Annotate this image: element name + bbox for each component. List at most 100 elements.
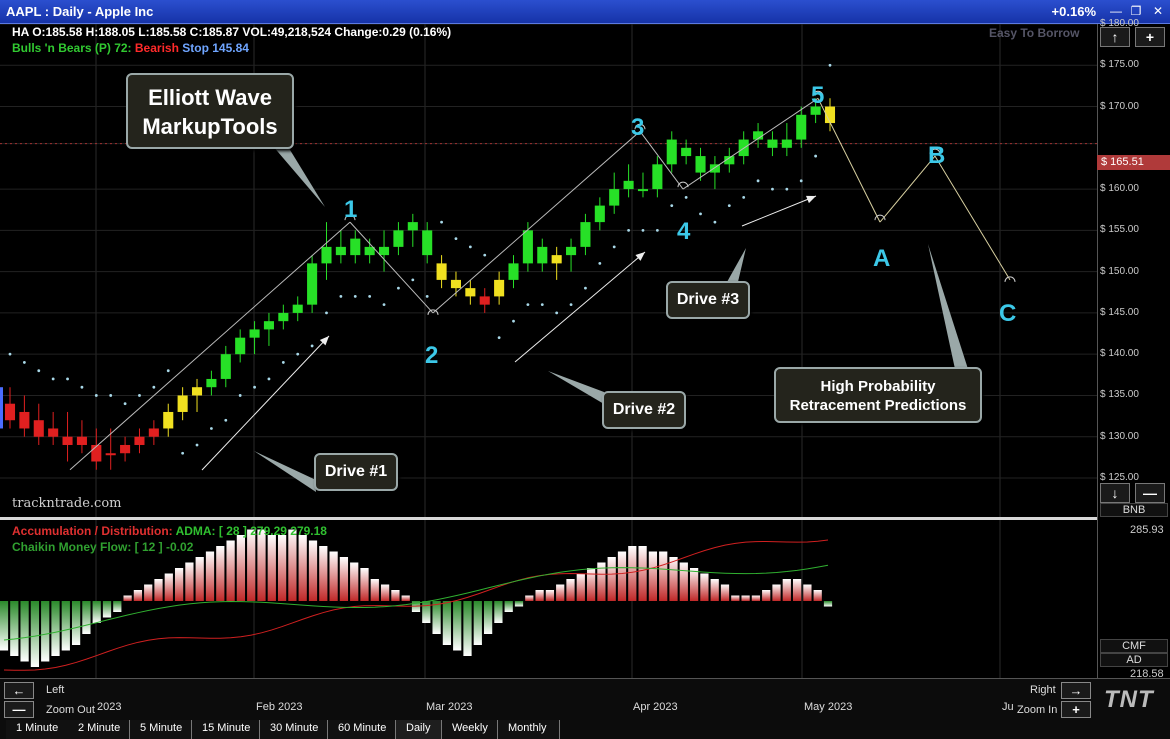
candle-body [609, 189, 620, 206]
left-label: Left [46, 684, 65, 696]
candle-body [335, 246, 346, 256]
candle-body [379, 246, 390, 256]
ad-histogram-bar [628, 546, 637, 601]
candle-body [666, 139, 677, 165]
tab-60-minute[interactable]: 60 Minute [328, 720, 396, 739]
scroll-right-button[interactable]: → [1061, 682, 1091, 699]
ad-histogram-bar [576, 573, 585, 601]
tab-monthly[interactable]: Monthly [498, 720, 560, 739]
candle-body [652, 164, 663, 190]
wave-line [69, 221, 351, 471]
bnb-label[interactable]: BNB [1100, 503, 1168, 517]
stop-dot [210, 427, 213, 430]
ad-histogram-bar [350, 562, 359, 601]
drive-arrowhead [635, 252, 645, 261]
stop-dot [727, 204, 731, 208]
tab-30-minute[interactable]: 30 Minute [260, 720, 328, 739]
wave-label-b: B [928, 142, 946, 169]
ad-histogram-bar [700, 573, 709, 601]
window-title: AAPL : Daily - Apple Inc [6, 4, 154, 19]
scroll-left-button[interactable]: ← [4, 682, 34, 699]
candle-body [566, 246, 577, 256]
candle-body [422, 230, 433, 256]
ad-histogram-bar [720, 584, 730, 601]
scroll-down-button[interactable]: ↓ [1100, 483, 1130, 503]
ad-histogram-bar [504, 601, 513, 612]
candle-body [62, 436, 73, 445]
price-axis-label: $ 145.00 [1100, 306, 1139, 318]
tab-1-minute[interactable]: 1 Minute [6, 720, 70, 739]
wave-label-4: 4 [677, 218, 691, 245]
ad-histogram-bar [277, 535, 287, 601]
stop-dot [425, 295, 429, 298]
ad-histogram-bar [638, 546, 647, 601]
zoom-plus-button[interactable]: + [1135, 27, 1165, 47]
tab-15-minute[interactable]: 15 Minute [192, 720, 260, 739]
candle-body [249, 329, 260, 338]
tab-5-minute[interactable]: 5 Minute [130, 720, 192, 739]
zoom-minus-button[interactable]: — [1135, 483, 1165, 503]
ad-axis-label[interactable]: AD [1100, 653, 1168, 667]
ad-histogram-bar [154, 579, 163, 601]
candle-body [465, 288, 476, 297]
bulls-bears-readout: Bulls 'n Bears (P) 72: Bearish Stop 145.… [12, 41, 249, 55]
ad-histogram-bar [41, 601, 50, 662]
timeframe-tabs: 1 Minute 2 Minute 5 Minute 15 Minute 30 … [0, 720, 1100, 739]
close-icon[interactable]: ✕ [1150, 4, 1166, 19]
minimize-icon[interactable]: — [1108, 4, 1124, 19]
ad-histogram-bar [463, 601, 472, 656]
cmf-axis-label[interactable]: CMF [1100, 639, 1168, 653]
candle-body [33, 420, 44, 437]
predictions-line-2: Retracement Predictions [789, 397, 967, 414]
stop-dot [655, 228, 659, 232]
ad-histogram-bar [226, 540, 235, 601]
drive2-callout: Drive #2 [602, 391, 686, 429]
zoom-out-button[interactable]: — [4, 701, 34, 718]
stop-dot [828, 63, 832, 67]
ad-histogram-bar [607, 557, 616, 601]
stop-label: Stop 145.84 [182, 41, 249, 55]
tab-2-minute[interactable]: 2 Minute [68, 720, 130, 739]
zoom-in-button[interactable]: + [1061, 701, 1091, 718]
ad-histogram-bar [762, 590, 771, 601]
stop-dot [713, 220, 717, 224]
ad-histogram-bar [329, 551, 338, 601]
month-apr: Apr 2023 [633, 701, 678, 713]
tab-weekly[interactable]: Weekly [442, 720, 498, 739]
stop-dot [8, 352, 12, 356]
ad-histogram-bar [51, 601, 60, 656]
ad-histogram-bar [92, 601, 101, 623]
ad-histogram-bar [308, 540, 318, 601]
ad-histogram-bar [247, 529, 256, 601]
ad-histogram-bar [133, 590, 143, 601]
ad-histogram-bar [236, 535, 246, 601]
stop-dot [512, 319, 515, 323]
price-axis-label: $ 150.00 [1100, 265, 1139, 277]
ad-histogram-bar [823, 601, 833, 607]
stop-dot [555, 311, 559, 315]
scroll-up-button[interactable]: ↑ [1100, 27, 1130, 47]
candle-body [220, 354, 231, 379]
wave-label-c: C [999, 300, 1017, 327]
candle-body [393, 230, 404, 247]
stop-dot [440, 220, 443, 224]
zoom-out-label: Zoom Out [46, 704, 95, 716]
tnt-logo: TNT [1104, 686, 1154, 713]
price-axis-label: $ 160.00 [1100, 183, 1139, 195]
right-label: Right [1030, 684, 1056, 696]
candle-body [91, 444, 102, 462]
candle-body [191, 387, 203, 396]
elliott-wave-callout: Elliott Wave MarkupTools [126, 73, 294, 149]
candle-body [594, 205, 605, 223]
candle-body [19, 411, 30, 429]
candle-body [479, 296, 490, 305]
ad-histogram-bar [164, 573, 173, 601]
restore-icon[interactable]: ❐ [1128, 4, 1144, 19]
candle-body [508, 263, 519, 280]
tab-daily[interactable]: Daily [396, 720, 442, 739]
ad-histogram-bar [741, 595, 750, 601]
stop-dot [584, 286, 587, 290]
candle-body [796, 114, 807, 140]
callout-pointer [548, 371, 604, 404]
ad-histogram-bar [71, 601, 81, 645]
